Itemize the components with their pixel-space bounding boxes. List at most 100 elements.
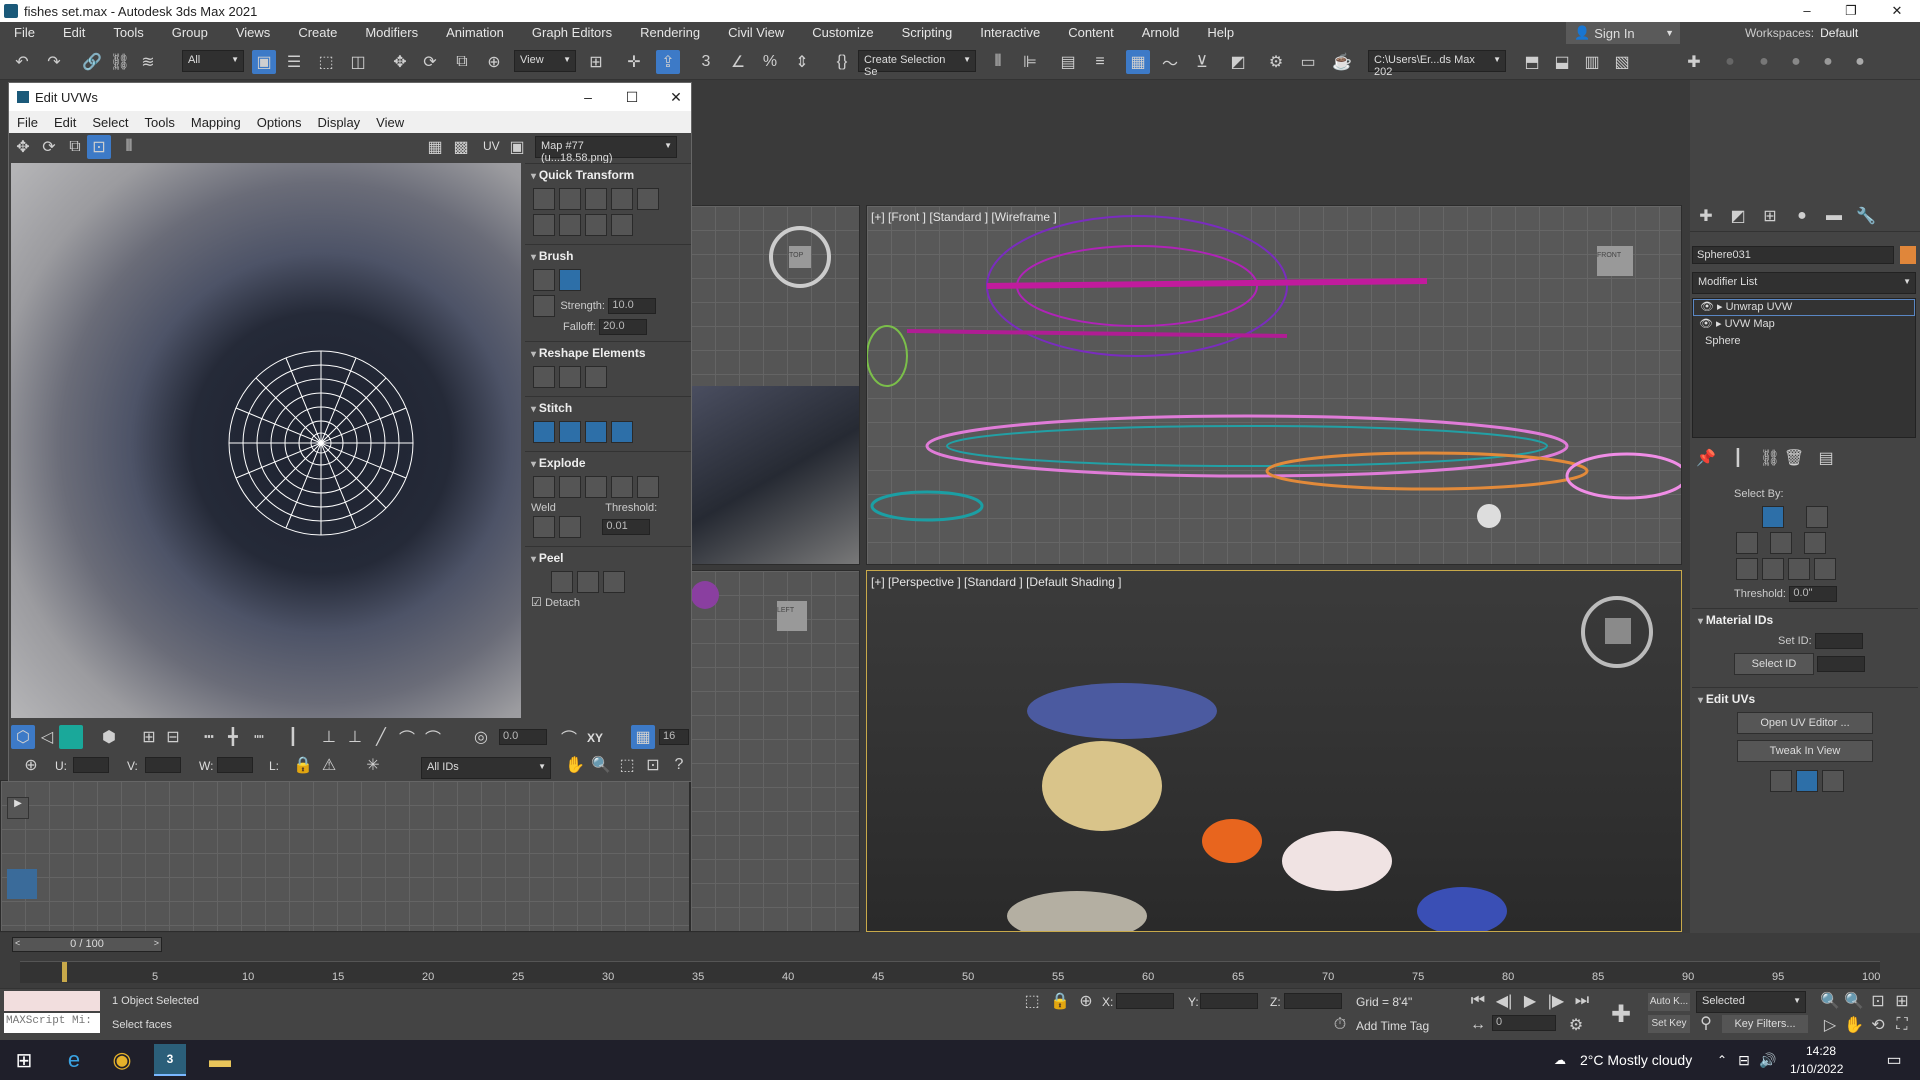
play-icon[interactable]: ▶ [1518,989,1542,1013]
modifier-list-dropdown[interactable]: Modifier List ▼ [1692,272,1916,294]
zoom-icon[interactable]: 🔍 [589,753,613,777]
lasso-select-icon[interactable]: ⌒ [421,725,445,749]
clock-date[interactable]: 1/10/2022 [1790,1062,1843,1076]
selection-lock-icon[interactable]: 🔒 [1048,989,1072,1013]
pin-icon[interactable]: ✚ [1682,50,1706,74]
rotate-cw-icon[interactable] [585,214,607,236]
hide-icon[interactable]: ⚠ [317,753,341,777]
menu-group[interactable]: Group [158,22,222,44]
motion-tab-icon[interactable]: ● [1790,204,1814,228]
rotate-icon[interactable]: ⟳ [37,135,61,159]
menu-tools[interactable]: Tools [99,22,157,44]
align-bottom-icon[interactable] [533,214,555,236]
key-selection-dropdown[interactable]: Selected ▼ [1696,991,1806,1013]
pan-icon[interactable]: ✋ [563,753,587,777]
sphere-render-icon[interactable]: ● [1752,50,1776,74]
link-icon[interactable]: 🔗 [80,50,104,74]
maximize-button[interactable]: ☐ [609,83,655,111]
ring-icon[interactable]: ┅ [197,725,221,749]
create-tab-icon[interactable]: ✚ [1694,204,1718,228]
checker-pattern-icon[interactable]: ▦ [423,135,447,159]
go-to-start-icon[interactable]: ⏮ [1466,989,1490,1013]
toggle-ribbon-icon[interactable]: ▦ [1126,50,1150,74]
select-move-icon[interactable]: ✥ [388,50,412,74]
set-id-field[interactable] [1814,633,1863,649]
peel-header[interactable]: Peel [531,551,685,565]
curve-icon[interactable]: ⌒ [557,725,581,749]
space-horizontal-icon[interactable] [637,188,659,210]
paint-move-icon[interactable] [533,269,555,291]
viewcube[interactable] [1581,596,1653,668]
project-open-icon[interactable]: ▥ [1580,50,1604,74]
play-preview-icon[interactable]: ▶ [7,797,29,819]
auto-key-button[interactable]: Auto K... [1648,993,1690,1011]
eye-icon[interactable]: 👁 [1699,318,1713,330]
grow-selection-icon[interactable]: ⊞ [137,725,161,749]
loop-icon[interactable]: ╋ [221,725,245,749]
edge-loop-icon[interactable]: ┃ [281,725,305,749]
falloff-field[interactable]: 20.0 [599,319,648,335]
quick-peel-icon[interactable] [551,571,573,593]
menu-scripting[interactable]: Scripting [888,22,967,44]
clock-time[interactable]: 14:28 [1806,1044,1836,1058]
stitch-header[interactable]: Stitch [531,401,685,415]
maximize-viewport-icon[interactable]: ⛶ [1890,1013,1914,1037]
menu-rendering[interactable]: Rendering [626,22,714,44]
uvw-menu-display[interactable]: Display [310,115,369,130]
map-seams-icon[interactable] [1822,770,1844,792]
mirror-icon[interactable]: ⫴ [986,50,1010,74]
zoom-all-icon[interactable]: 🔍 [1842,989,1866,1013]
maxscript-listener-pink[interactable] [4,991,100,1011]
menu-interactive[interactable]: Interactive [966,22,1054,44]
close-button[interactable]: ✕ [1874,0,1920,22]
select-place-icon[interactable]: ⊕ [482,50,506,74]
align-center-icon[interactable] [559,214,581,236]
explode-icon[interactable] [533,476,555,498]
rect-selection-icon[interactable]: ⬚ [314,50,338,74]
relax-brush-icon[interactable] [559,269,581,291]
viewcube[interactable]: FRONT [1597,246,1633,276]
curve-editor-icon[interactable]: 〜 [1158,50,1182,74]
ignore-backfaces-icon[interactable] [1736,558,1758,580]
3dsmax-taskbar-icon[interactable]: 3 [154,1044,186,1076]
menu-customize[interactable]: Customize [798,22,887,44]
material-editor-icon[interactable]: ◩ [1226,50,1250,74]
x-field[interactable] [1116,993,1174,1009]
material-ids-dropdown[interactable]: All IDs ▼ [421,757,551,779]
zoom-extents-icon[interactable]: ⊡ [641,753,665,777]
project-folder-dropdown[interactable]: C:\Users\Er...ds Max 202 ▼ [1368,50,1506,78]
time-tag-icon[interactable]: ⏱ [1328,1013,1352,1037]
menu-modifiers[interactable]: Modifiers [351,22,432,44]
scene-explorer-icon[interactable]: ▤ [1056,50,1080,74]
project-save-icon[interactable]: ▧ [1610,50,1634,74]
edit-uvs-header[interactable]: Edit UVs [1698,692,1912,706]
pan-icon[interactable]: ✋ [1842,1013,1866,1037]
xy-label[interactable]: XY [587,731,603,745]
menu-edit[interactable]: Edit [49,22,99,44]
absolute-offset-icon[interactable]: ⊕ [19,753,43,777]
angle-field[interactable]: 0.0 [499,729,547,745]
angle-icon[interactable]: ◎ [469,725,493,749]
set-key-icon[interactable]: ✚ [1604,997,1638,1031]
render-production-icon[interactable]: ☕ [1330,50,1354,74]
scale-icon[interactable]: ⧉ [63,135,87,159]
uv-editor-canvas[interactable] [11,163,521,718]
map-dropdown[interactable]: Map #77 (u...18.58.png) ▼ [535,136,677,164]
weld-selected-icon[interactable] [533,516,555,538]
threshold-field[interactable]: 0.01 [602,519,651,535]
viewport-layout-icon[interactable] [7,869,37,899]
u-field[interactable] [73,757,109,773]
align-icon[interactable] [533,188,555,210]
reshape-elements-header[interactable]: Reshape Elements [531,346,685,360]
layer-explorer-icon[interactable]: ≡ [1088,50,1112,74]
workspaces-selector[interactable]: Workspaces: Default [1745,22,1858,44]
restore-button[interactable]: ❐ [1828,0,1874,22]
select-by-uv-icon[interactable] [1804,532,1826,554]
named-selection-dropdown[interactable]: Create Selection Se ▼ [858,50,976,78]
z-field[interactable] [1284,993,1342,1009]
open-uv-editor-button[interactable]: Open UV Editor ... [1737,712,1873,734]
orbit-icon[interactable]: ⟲ [1866,1013,1890,1037]
brush-line-icon[interactable] [533,295,555,317]
break-icon[interactable] [559,476,581,498]
stitch-average-icon[interactable] [585,421,607,443]
